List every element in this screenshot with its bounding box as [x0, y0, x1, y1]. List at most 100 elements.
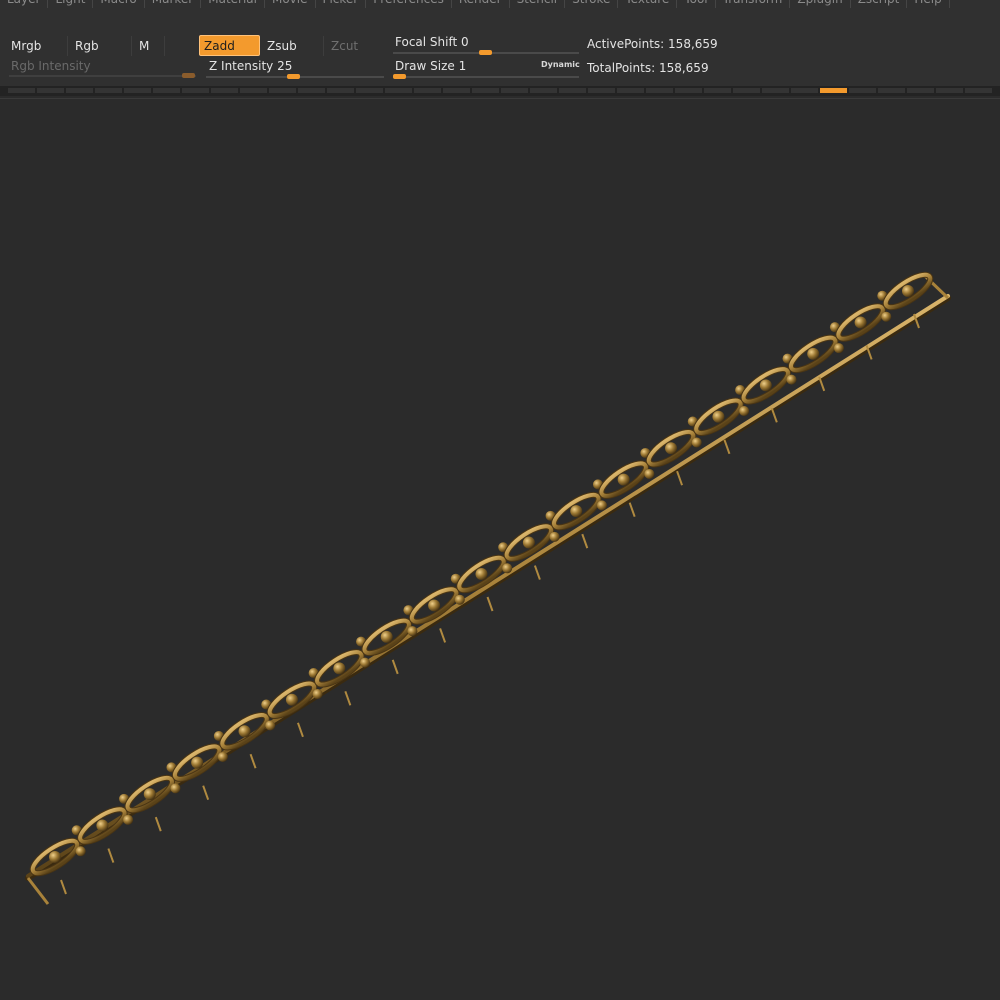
menu-item-material[interactable]: Material: [201, 0, 265, 8]
zadd-button[interactable]: Zadd: [199, 35, 260, 56]
connector-bead-bottom: [407, 626, 418, 637]
mrgb-button[interactable]: Mrgb: [7, 36, 68, 56]
total-points-value: 158,659: [658, 61, 709, 75]
tray-segment: [153, 88, 180, 93]
tray-segment: [385, 88, 412, 93]
connector-bead-bottom: [312, 689, 323, 700]
tray-segment: [443, 88, 470, 93]
connector-bead-bottom: [360, 657, 371, 668]
link-bead: [428, 599, 441, 612]
focal-shift-value: 0: [461, 35, 469, 49]
tray-segment: [8, 88, 35, 93]
focal-shift-knob[interactable]: [479, 50, 492, 55]
menu-item-tool[interactable]: Tool: [677, 0, 716, 8]
dynamic-toggle[interactable]: Dynamic: [541, 60, 580, 69]
menu-item-movie[interactable]: Movie: [265, 0, 316, 8]
link-bead: [570, 505, 583, 518]
link-bead: [712, 410, 725, 423]
menu-item-marker[interactable]: Marker: [145, 0, 202, 8]
link-spike: [154, 816, 162, 832]
link-bead: [617, 473, 630, 486]
connector-bead-bottom: [217, 751, 228, 762]
rail-end-left: [26, 877, 50, 905]
link-spike: [391, 659, 399, 675]
draw-size-value: 1: [458, 59, 467, 73]
menu-item-zscript[interactable]: Zscript: [851, 0, 908, 8]
link-bead: [854, 316, 867, 329]
draw-size-knob[interactable]: [393, 74, 406, 79]
link-spike: [439, 628, 447, 643]
z-intensity-knob[interactable]: [287, 74, 300, 79]
tray-segment: [269, 88, 296, 93]
link-spike: [676, 470, 683, 486]
link-bead: [475, 568, 488, 580]
focal-shift-slider[interactable]: Focal Shift 0: [395, 35, 469, 49]
zsub-button[interactable]: Zsub: [263, 36, 324, 56]
link-spike: [107, 848, 115, 863]
link-bead: [902, 285, 914, 297]
document-canvas[interactable]: [0, 99, 1000, 1000]
menu-item-macro[interactable]: Macro: [93, 0, 145, 8]
link-bead: [96, 819, 109, 832]
link-spike: [486, 596, 494, 612]
link-bead: [807, 347, 820, 360]
top-shelf: Mrgb Rgb M Rgb Intensity Zadd Zsub Zcut …: [0, 8, 1000, 86]
link-bead: [143, 788, 156, 801]
active-points-label: ActivePoints:: [587, 37, 665, 51]
tray-segment: [965, 88, 992, 93]
link-spike: [60, 879, 67, 895]
m-button[interactable]: M: [135, 36, 165, 56]
z-intensity-slider[interactable]: Z Intensity 25: [209, 59, 292, 73]
tray-segment: [472, 88, 499, 93]
link-spike: [202, 785, 210, 801]
menu-item-render[interactable]: Render: [452, 0, 510, 8]
menu-item-transform[interactable]: Transform: [716, 0, 791, 8]
zcut-button[interactable]: Zcut: [327, 36, 377, 56]
rgb-intensity-track[interactable]: [9, 75, 196, 77]
active-points-value: 158,659: [668, 37, 718, 51]
tray-strip: [0, 86, 1000, 96]
rgb-intensity-knob[interactable]: [182, 73, 195, 78]
menu-item-layer[interactable]: Layer: [0, 0, 49, 8]
link-spike: [723, 439, 731, 455]
link-bead: [380, 630, 393, 643]
menu-item-light[interactable]: Light: [48, 0, 94, 8]
menu-item-help[interactable]: Help: [907, 0, 950, 8]
menu-item-picker[interactable]: Picker: [316, 0, 367, 8]
connector-bead-bottom: [549, 531, 560, 542]
link-spike: [249, 753, 257, 769]
link-bead: [238, 725, 251, 738]
connector-bead-bottom: [881, 311, 892, 322]
link-bead: [333, 662, 346, 675]
menu-bar: LayerLightMacroMarkerMaterialMoviePicker…: [0, 0, 1000, 8]
tray-segment: [95, 88, 122, 93]
tray-segment: [124, 88, 151, 93]
connector-bead-bottom: [691, 437, 702, 448]
menu-item-zplugin[interactable]: Zplugin: [790, 0, 851, 8]
link-spike: [533, 565, 541, 580]
tray-segment: [182, 88, 209, 93]
z-intensity-value: 25: [277, 59, 293, 73]
menu-item-texture[interactable]: Texture: [618, 0, 678, 8]
link-spike: [581, 533, 589, 549]
tray-segment: [588, 88, 615, 93]
chain-bracelet-model[interactable]: [0, 99, 1000, 1000]
connector-bead-bottom: [75, 846, 86, 857]
draw-size-label: Draw Size: [395, 59, 455, 73]
tray-segment: [878, 88, 905, 93]
tray-segment: [791, 88, 818, 93]
tray-segment: [66, 88, 93, 93]
menu-item-preferences[interactable]: Preferences: [366, 0, 452, 8]
draw-size-track[interactable]: [393, 76, 579, 78]
tray-segment: [559, 88, 586, 93]
menu-item-stroke[interactable]: Stroke: [565, 0, 619, 8]
tray-segment: [240, 88, 267, 93]
tray-indicator-active: [820, 88, 847, 93]
tray-segment: [907, 88, 934, 93]
total-points-label: TotalPoints:: [587, 61, 656, 75]
rgb-button[interactable]: Rgb: [71, 36, 132, 56]
tray-segment: [530, 88, 557, 93]
menu-item-stencil[interactable]: Stencil: [510, 0, 566, 8]
draw-size-slider[interactable]: Draw Size 1: [395, 59, 466, 73]
link-spike: [297, 722, 304, 738]
